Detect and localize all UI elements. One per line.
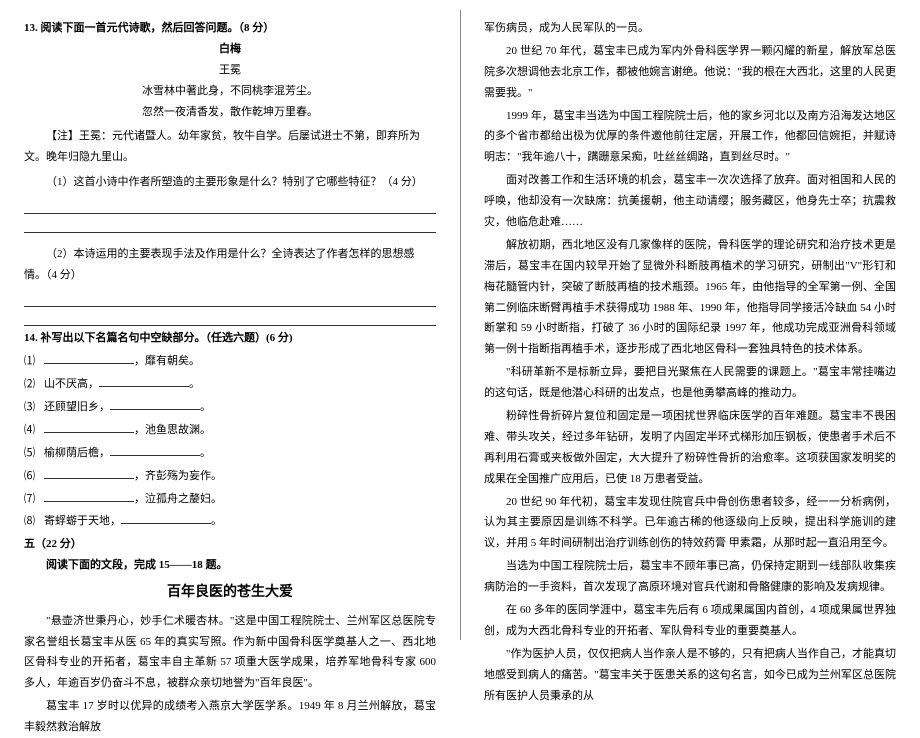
answer-blank	[24, 196, 436, 214]
poem-line-1: 冰雪林中著此身，不同桃李混芳尘。	[24, 81, 436, 102]
fill-blank	[110, 400, 200, 410]
fill-post: ，靡有朝矣。	[134, 351, 200, 372]
fill-num: ⑸	[24, 443, 44, 464]
fill-item: ⑴ ，靡有朝矣。	[24, 351, 436, 372]
q13-sub1: （1）这首小诗中作者所塑造的主要形象是什么？特别了它哪些特征？（4 分）	[24, 172, 436, 193]
fill-item: ⑺ ，泣孤舟之嫠妇。	[24, 489, 436, 510]
fill-num: ⑴	[24, 351, 44, 372]
fill-item: ⑸榆柳荫后檐， 。	[24, 443, 436, 464]
essay-para: 葛宝丰 17 岁时以优异的成绩考入燕京大学医学系。1949 年 8 月兰州解放，…	[24, 696, 436, 738]
answer-blank	[24, 216, 436, 234]
fill-num: ⑹	[24, 466, 44, 487]
essay-title: 百年良医的苍生大爱	[24, 580, 436, 607]
fill-blank	[110, 446, 200, 456]
spacer	[24, 235, 436, 241]
essay-para: 20 世纪 70 年代，葛宝丰已成为军内外骨科医学界一颗闪耀的新星，解放军总医院…	[484, 41, 896, 104]
fill-post: ，池鱼思故渊。	[134, 420, 211, 441]
fill-item: ⑵山不厌高， 。	[24, 374, 436, 395]
answer-blank	[24, 289, 436, 307]
fill-post: 。	[211, 511, 222, 532]
fill-post: ，齐彭殇为妄作。	[134, 466, 222, 487]
fill-blank	[44, 354, 134, 364]
fill-item: ⑷ ，池鱼思故渊。	[24, 420, 436, 441]
essay-para: "科研革新不是标新立异，要把目光聚焦在人民需要的课题上。"葛宝丰常挂嘴边的这句话…	[484, 362, 896, 404]
fill-item: ⑻寄蜉蝣于天地， 。	[24, 511, 436, 532]
poem-author: 王冕	[24, 60, 436, 81]
fill-blank	[44, 469, 134, 479]
q13-sub2: （2）本诗运用的主要表现手法及作用是什么？全诗表达了作者怎样的思想感情。（4 分…	[24, 244, 436, 286]
q14-header: 14. 补写出以下名篇名句中空缺部分。（任选六题）(6 分)	[24, 328, 436, 349]
poem-note: 【注】王冕：元代诸暨人。幼年家贫，牧牛自学。后屡试进士不第，即弃所为文。晚年归隐…	[24, 126, 436, 168]
right-column: 军伤病员，成为人民军队的一员。 20 世纪 70 年代，葛宝丰已成为军内外骨科医…	[460, 0, 920, 650]
fill-post: ，泣孤舟之嫠妇。	[134, 489, 222, 510]
fill-num: ⑶	[24, 397, 44, 418]
fill-post: 。	[189, 374, 200, 395]
essay-para: 面对改善工作和生活环境的机会，葛宝丰一次次选择了放弃。面对祖国和人民的呼唤，他却…	[484, 170, 896, 233]
essay-para: "悬壶济世秉丹心，妙手仁术暖杏林。"这是中国工程院院士、兰州军区总医院专家名誉组…	[24, 611, 436, 695]
essay-para: 粉碎性骨折碎片复位和固定是一项困扰世界临床医学的百年难题。葛宝丰不畏困难、带头攻…	[484, 406, 896, 490]
fill-pre: 还顾望旧乡，	[44, 397, 110, 418]
answer-blank	[24, 309, 436, 327]
fill-post: 。	[200, 397, 211, 418]
q13-header: 13. 阅读下面一首元代诗歌，然后回答问题。（8 分）	[24, 18, 436, 39]
poem-line-2: 忽然一夜清香发，散作乾坤万里春。	[24, 102, 436, 123]
fill-pre: 山不厌高，	[44, 374, 99, 395]
essay-para: 1999 年，葛宝丰当选为中国工程院院士后，他的家乡河北以及南方沿海发达地区的多…	[484, 106, 896, 169]
essay-para: 20 世纪 90 年代初，葛宝丰发现住院官兵中骨创伤患者较多，经一一分析病例，认…	[484, 492, 896, 555]
fill-item: ⑶还顾望旧乡， 。	[24, 397, 436, 418]
fill-item: ⑹ ，齐彭殇为妄作。	[24, 466, 436, 487]
essay-para: 军伤病员，成为人民军队的一员。	[484, 18, 896, 39]
essay-para: 在 60 多年的医同学涯中，葛宝丰先后有 6 项成果属国内首创，4 项成果属世界…	[484, 600, 896, 642]
section-5: 五（22 分）	[24, 534, 436, 555]
fill-pre: 榆柳荫后檐，	[44, 443, 110, 464]
left-column: 13. 阅读下面一首元代诗歌，然后回答问题。（8 分） 白梅 王冕 冰雪林中著此…	[0, 0, 460, 650]
essay-para: 当选为中国工程院院士后，葛宝丰不顾年事已高，仍保持定期到一线部队收集疾病防治的一…	[484, 556, 896, 598]
fill-num: ⑺	[24, 489, 44, 510]
fill-num: ⑷	[24, 420, 44, 441]
fill-num: ⑵	[24, 374, 44, 395]
fill-pre: 寄蜉蝣于天地，	[44, 511, 121, 532]
fill-blank	[44, 492, 134, 502]
fill-blank	[44, 423, 134, 433]
fill-blank	[99, 377, 189, 387]
fill-post: 。	[200, 443, 211, 464]
fill-blank	[121, 515, 211, 525]
poem-title: 白梅	[24, 39, 436, 60]
essay-para: "作为医护人员，仅仅把病人当作亲人是不够的，只有把病人当作自己，才能真切地感受到…	[484, 644, 896, 707]
essay-para: 解放初期，西北地区没有几家像样的医院，骨科医学的理论研究和治疗技术更是滞后，葛宝…	[484, 235, 896, 360]
read-prompt: 阅读下面的文段，完成 15——18 题。	[24, 555, 436, 576]
fill-num: ⑻	[24, 511, 44, 532]
